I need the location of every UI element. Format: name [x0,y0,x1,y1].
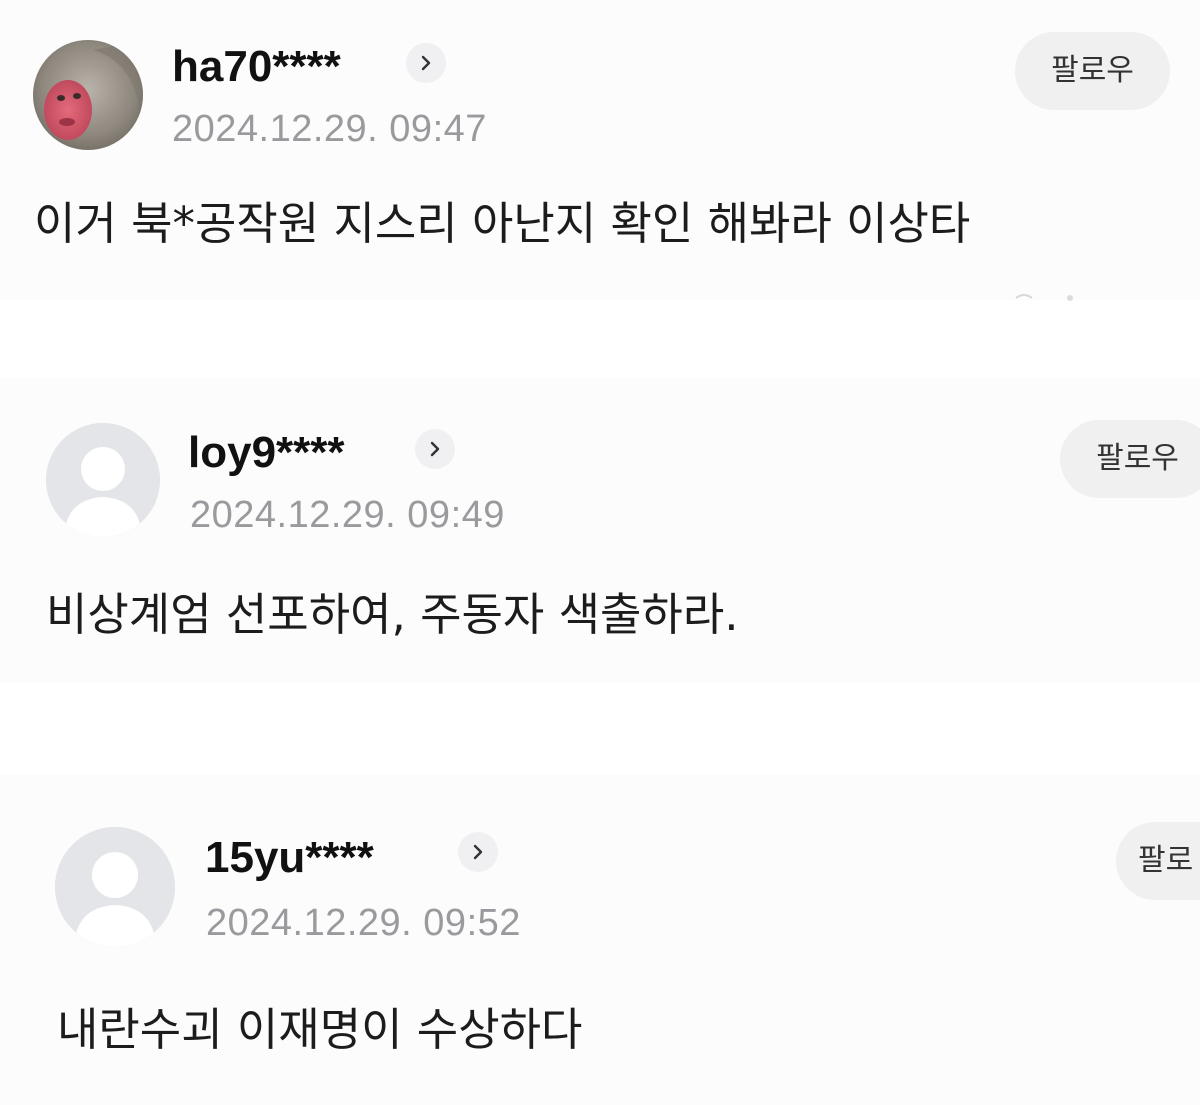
follow-button[interactable]: 팔로우 [1015,32,1170,110]
user-avatar[interactable] [33,40,143,150]
comment-timestamp: 2024.12.29. 09:52 [206,902,521,944]
comment-item: loy9**** 2024.12.29. 09:49 팔로우 비상계엄 선포하여… [0,378,1200,683]
comment-timestamp: 2024.12.29. 09:47 [172,108,487,150]
chevron-right-icon [473,844,483,860]
comment-item: ha70**** 2024.12.29. 09:47 팔로우 이거 북*공작원 … [0,0,1200,301]
comment-timestamp: 2024.12.29. 09:49 [190,494,505,536]
default-user-icon [46,423,160,537]
username[interactable]: ha70**** [172,45,341,89]
default-user-icon [55,827,175,947]
comment-text: 비상계엄 선포하여, 주동자 색출하라. [46,588,739,641]
profile-link-button[interactable] [406,43,446,83]
comment-text: 내란수괴 이재명이 수상하다 [57,1003,583,1056]
chevron-right-icon [430,441,440,457]
username[interactable]: loy9**** [188,431,345,475]
follow-button[interactable]: 팔로 [1116,822,1200,900]
comment-text: 이거 북*공작원 지스리 아난지 확인 해봐라 이상타 [34,197,971,250]
comment-list: ha70**** 2024.12.29. 09:47 팔로우 이거 북*공작원 … [0,0,1200,1105]
username[interactable]: 15yu**** [205,836,374,880]
monkey-photo-icon [33,40,143,150]
profile-link-button[interactable] [415,429,455,469]
chevron-right-icon [421,55,431,71]
user-avatar[interactable] [55,827,175,947]
follow-button[interactable]: 팔로우 [1060,420,1200,498]
user-avatar[interactable] [46,423,160,537]
profile-link-button[interactable] [458,832,498,872]
comment-item: 15yu**** 2024.12.29. 09:52 팔로 내란수괴 이재명이 … [0,775,1200,1105]
decorative-mark [1015,294,1073,301]
